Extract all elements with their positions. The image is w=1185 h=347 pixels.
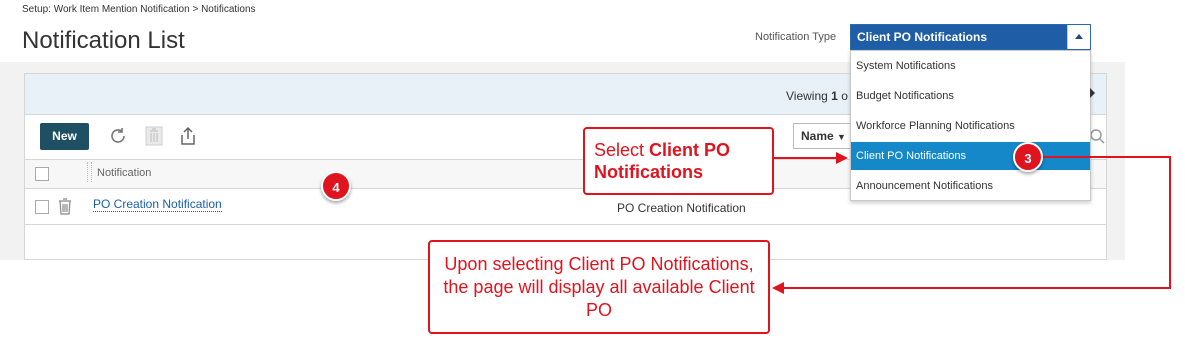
- callout-result: Upon selecting Client PO Notifications, …: [428, 240, 770, 334]
- arrow-head-option: [836, 152, 848, 164]
- step-badge-4: 4: [321, 171, 351, 201]
- arrow-head-result: [772, 282, 784, 294]
- arrow-to-result: [782, 156, 1171, 289]
- callout-select: Select Client PO Notifications: [583, 127, 774, 195]
- step-badge-3: 3: [1013, 142, 1043, 172]
- callout-select-prefix: Select: [594, 140, 650, 160]
